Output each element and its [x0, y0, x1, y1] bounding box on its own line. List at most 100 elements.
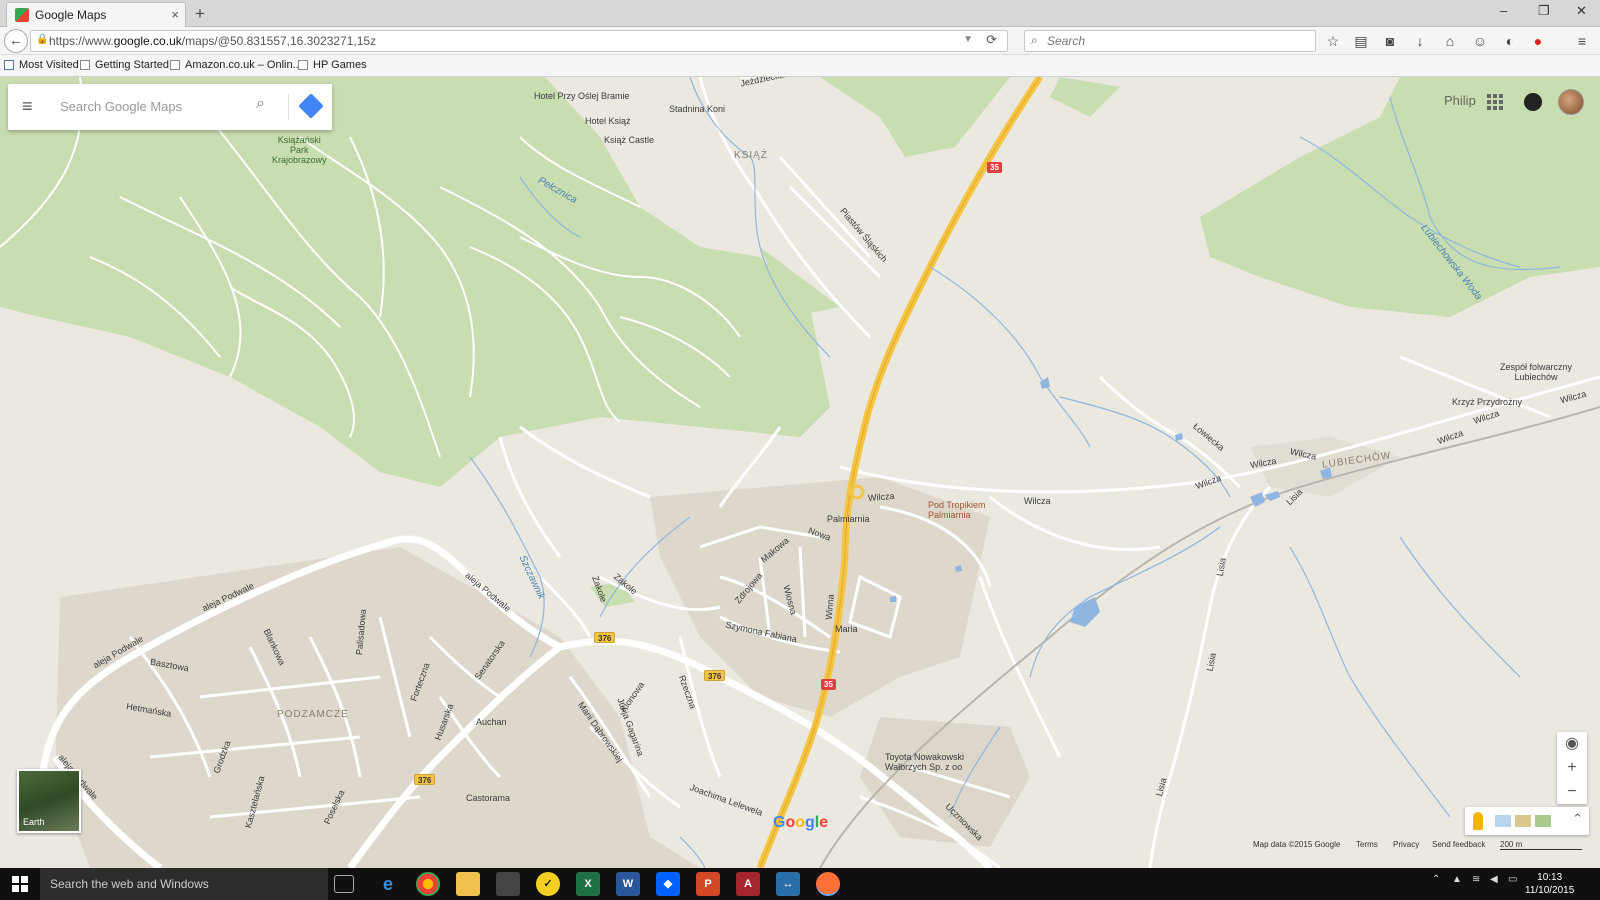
maps-search-input[interactable]: Search Google Maps	[60, 99, 182, 114]
poi-zespol-folwarczny[interactable]: Zespół folwarczny Lubiechów	[1500, 362, 1572, 382]
tray-volume-icon[interactable]: ◀	[1490, 874, 1498, 885]
apps-grid-icon[interactable]	[1487, 94, 1503, 110]
back-button[interactable]: ←	[4, 29, 28, 53]
url-dropdown-icon[interactable]: ▼	[963, 34, 973, 45]
word-icon[interactable]: W	[616, 872, 640, 896]
maps-menu-icon[interactable]: ≡	[22, 96, 33, 117]
notifications-icon[interactable]	[1524, 93, 1542, 111]
poi-krzyz-przydrozny[interactable]: Krzyż Przydrożny	[1452, 397, 1522, 407]
poi-palmiarnia[interactable]: Palmiarnia	[827, 514, 870, 524]
earth-view-toggle[interactable]: Earth	[17, 769, 81, 833]
poi-castorama[interactable]: Castorama	[466, 793, 510, 803]
reload-icon[interactable]: ⟳	[986, 32, 997, 48]
google-logo: Google	[773, 814, 828, 832]
poi-pod-tropikiem[interactable]: Pod Tropikiem Palmiarnia	[928, 500, 986, 520]
google-maps-favicon-icon	[15, 8, 29, 22]
privacy-link[interactable]: Privacy	[1393, 840, 1419, 849]
store-icon[interactable]	[496, 872, 520, 896]
poi-hotel-przy-oslej-bramie[interactable]: Hotel Przy Oślej Bramie	[534, 91, 630, 101]
poi-label-line: Wałbrzych Sp. z oo	[885, 762, 963, 772]
url-prefix: https://www.	[49, 34, 114, 48]
powerpoint-icon[interactable]: P	[696, 872, 720, 896]
traffic-layer-thumb[interactable]	[1495, 815, 1511, 827]
poi-toyota-nowakowski[interactable]: Toyota Nowakowski Wałbrzych Sp. z oo	[885, 752, 964, 772]
park-label: Książański Park Krajobrazowy	[272, 135, 327, 165]
excel-icon[interactable]: X	[576, 872, 600, 896]
windows-start-icon[interactable]	[12, 876, 28, 892]
close-window-button[interactable]: ✕	[1576, 3, 1587, 19]
send-feedback-link[interactable]: Send feedback	[1432, 840, 1485, 849]
map-base-layer	[0, 77, 1600, 868]
teamviewer-icon[interactable]: ↔	[776, 872, 800, 896]
bookmark-getting-started[interactable]: Getting Started	[80, 59, 169, 71]
poi-ksiaz-castle[interactable]: Książ Castle	[604, 135, 654, 145]
norton-icon[interactable]: ✓	[536, 872, 560, 896]
terrain-layer-thumb[interactable]	[1535, 815, 1551, 827]
map-canvas[interactable]: Hotel Przy Oślej Bramie Stadnina Koni Ho…	[0, 77, 1600, 868]
tray-chevron-up-icon[interactable]: ⌃	[1432, 874, 1440, 885]
task-view-icon[interactable]	[334, 875, 354, 893]
bookmarks-menu-icon[interactable]: ▤	[1351, 31, 1371, 51]
user-name[interactable]: Philip	[1444, 93, 1476, 108]
file-explorer-icon[interactable]	[456, 872, 480, 896]
new-tab-button[interactable]: +	[195, 4, 205, 24]
tab-google-maps[interactable]: Google Maps ×	[6, 2, 186, 27]
logo-letter: o	[785, 814, 796, 831]
downloads-icon[interactable]: ↓	[1410, 31, 1430, 51]
poi-maria[interactable]: Maria	[835, 624, 858, 634]
access-icon[interactable]: A	[736, 872, 760, 896]
adblock-icon[interactable]: ●	[1528, 31, 1548, 51]
address-bar[interactable]: 🔒 https://www.google.co.uk/maps/@50.8315…	[30, 30, 1008, 52]
avatar[interactable]	[1558, 89, 1584, 115]
hamburger-menu-icon[interactable]: ≡	[1572, 31, 1592, 51]
browser-search-input[interactable]: ⌕ Search	[1024, 30, 1316, 52]
chrome-icon[interactable]	[416, 872, 440, 896]
logo-letter: e	[819, 814, 829, 831]
poi-hotel-ksiaz[interactable]: Hotel Książ	[585, 116, 631, 126]
poi-label-line: Lubiechów	[1514, 372, 1558, 382]
url-path: /maps/@50.831557,16.3023271,15z	[181, 34, 377, 48]
minimize-window-button[interactable]: –	[1500, 3, 1507, 18]
lock-icon: 🔒	[36, 34, 49, 45]
taskbar-search-input[interactable]: Search the web and Windows	[40, 868, 328, 900]
bookmark-star-icon[interactable]: ☆	[1323, 31, 1343, 51]
bookmark-label: Getting Started	[95, 59, 169, 71]
logo-letter: G	[773, 814, 786, 831]
search-divider	[288, 94, 289, 120]
zoom-in-button[interactable]: +	[1557, 756, 1587, 780]
bookmark-label: Amazon.co.uk – Onlin...	[185, 59, 302, 71]
tray-wifi-icon[interactable]: ≋	[1472, 874, 1480, 885]
bookmark-most-visited[interactable]: Most Visited	[4, 59, 79, 71]
bookmark-hp-games[interactable]: HP Games	[298, 59, 367, 71]
poi-stadnina-koni[interactable]: Stadnina Koni	[669, 104, 725, 114]
tray-network-icon[interactable]: ▲	[1452, 874, 1462, 885]
dropbox-icon[interactable]: ◆	[656, 872, 680, 896]
bookmark-page-icon	[170, 60, 180, 70]
close-tab-icon[interactable]: ×	[171, 7, 179, 22]
zoom-out-button[interactable]: −	[1557, 780, 1587, 804]
park-label-line: Park	[290, 145, 309, 155]
pocket-icon[interactable]: ◙	[1380, 31, 1400, 51]
edge-icon[interactable]: e	[376, 872, 400, 896]
poi-auchan[interactable]: Auchan	[476, 717, 507, 727]
clock-time: 10:13	[1537, 872, 1563, 883]
area-label-podzamcze: PODZAMCZE	[277, 709, 349, 720]
search-icon[interactable]: ⌕	[256, 95, 265, 113]
bookmark-amazon[interactable]: Amazon.co.uk – Onlin...	[170, 59, 302, 71]
pegman-icon[interactable]	[1473, 812, 1483, 830]
my-location-icon[interactable]: ◉	[1557, 732, 1587, 756]
chevron-up-icon[interactable]: ⌃	[1572, 811, 1583, 827]
home-icon[interactable]: ⌂	[1440, 31, 1460, 51]
directions-icon[interactable]	[298, 93, 324, 119]
poi-label-line: Palmiarnia	[928, 510, 971, 520]
sync-icon[interactable]: ◐	[1500, 31, 1520, 51]
firefox-icon[interactable]	[816, 872, 840, 896]
clock-date: 11/10/2015	[1525, 885, 1575, 896]
terms-link[interactable]: Terms	[1356, 840, 1378, 849]
restore-window-button[interactable]: ❐	[1538, 3, 1550, 19]
tray-action-center-icon[interactable]: ▭	[1508, 874, 1517, 885]
hello-chat-icon[interactable]: ☺	[1470, 31, 1490, 51]
scale-bar[interactable]: 200 m	[1500, 840, 1582, 850]
transit-layer-thumb[interactable]	[1515, 815, 1531, 827]
taskbar-clock[interactable]: 10:13 11/10/2015	[1525, 871, 1574, 897]
